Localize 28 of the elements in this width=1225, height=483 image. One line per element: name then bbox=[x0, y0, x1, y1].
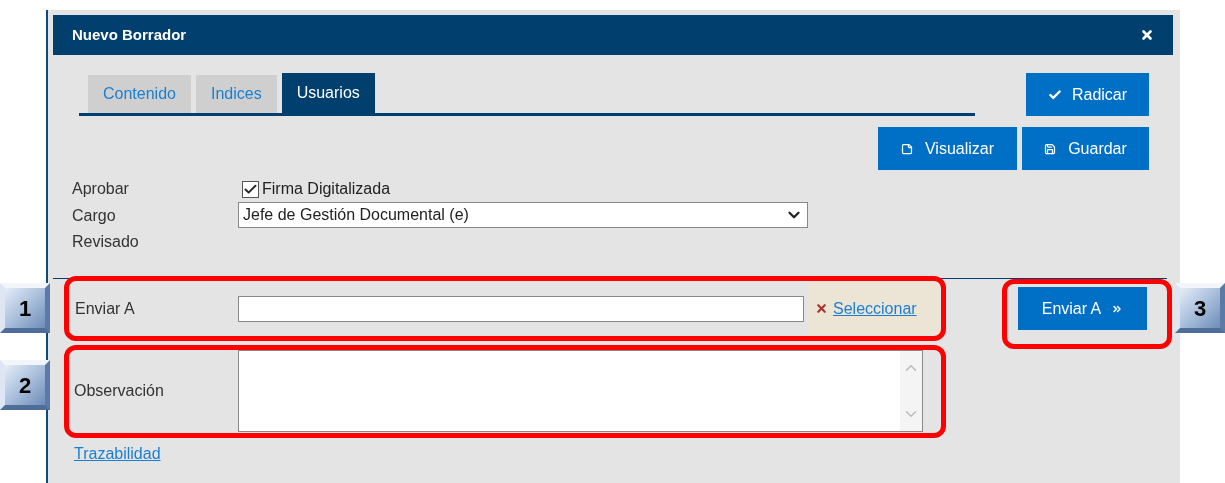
note-icon bbox=[900, 142, 913, 155]
field-label: Aprobar bbox=[72, 179, 130, 199]
preview-button[interactable]: Visualizar bbox=[878, 127, 1017, 170]
send-button[interactable]: Enviar A bbox=[1018, 287, 1147, 330]
checkbox-label: Firma Digitalizada bbox=[262, 179, 391, 199]
checkbox[interactable] bbox=[242, 180, 259, 198]
field-label: Enviar A bbox=[75, 298, 136, 319]
tab[interactable]: Contenido bbox=[88, 75, 191, 113]
observation-textarea[interactable] bbox=[238, 350, 923, 432]
number-badge: 1 bbox=[0, 283, 50, 333]
tab[interactable]: Indices bbox=[195, 75, 277, 113]
save-button[interactable]: Guardar bbox=[1022, 127, 1149, 170]
save-icon bbox=[1044, 142, 1057, 155]
clear-icon[interactable] bbox=[815, 302, 828, 315]
cargo-select[interactable]: Jefe de Gestión Documental (e) bbox=[238, 202, 808, 228]
recipient-input[interactable] bbox=[238, 295, 804, 322]
tab[interactable]: Usuarios bbox=[281, 73, 375, 113]
select-link[interactable]: Seleccionar bbox=[833, 296, 917, 321]
number-badge: 3 bbox=[1175, 283, 1225, 333]
dialog-title: Nuevo Borrador bbox=[72, 24, 187, 45]
field-label: Observación bbox=[74, 381, 165, 401]
number-badge: 2 bbox=[0, 360, 50, 410]
trace-link[interactable]: Trazabilidad bbox=[74, 442, 161, 466]
field-label: Revisado bbox=[72, 232, 140, 252]
check-icon bbox=[1047, 87, 1062, 102]
close-button[interactable] bbox=[1140, 28, 1154, 42]
radicar-button[interactable]: Radicar bbox=[1026, 73, 1149, 116]
field-label: Cargo bbox=[72, 206, 117, 226]
